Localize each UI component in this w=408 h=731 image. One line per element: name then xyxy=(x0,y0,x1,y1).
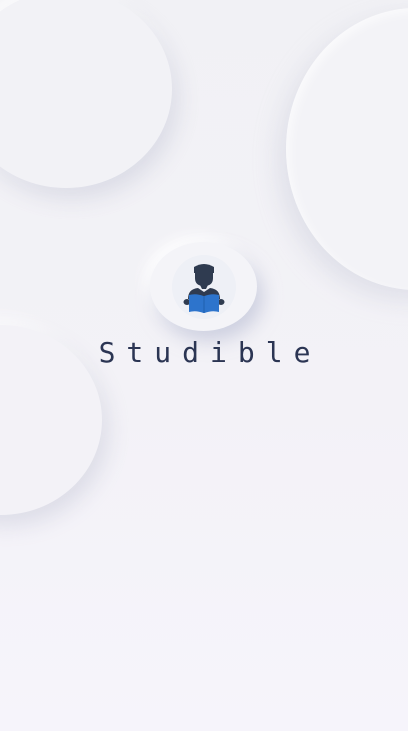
app-logo xyxy=(150,242,257,331)
decorative-circle-right xyxy=(286,8,408,290)
student-reading-book-icon xyxy=(183,263,224,313)
logo-badge xyxy=(171,254,236,319)
decorative-circle-top-left xyxy=(0,0,172,188)
splash-screen: Studible xyxy=(0,0,408,731)
app-title: Studible xyxy=(98,336,322,369)
